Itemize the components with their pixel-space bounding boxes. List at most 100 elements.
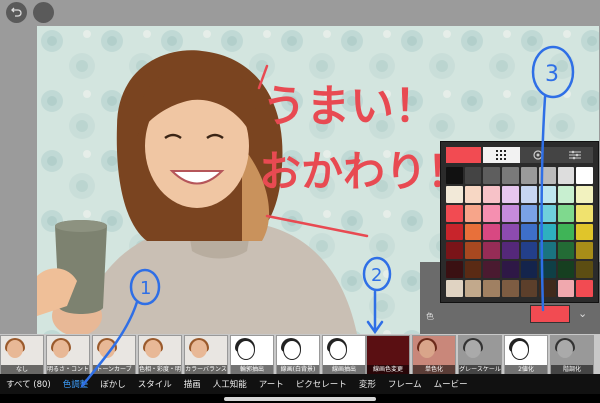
- color-swatch[interactable]: [446, 223, 463, 241]
- color-swatch-button[interactable]: [530, 305, 570, 323]
- swatch-grid: [446, 167, 593, 297]
- color-swatch[interactable]: [520, 185, 538, 203]
- filter-label: 単色化: [413, 365, 455, 374]
- category-tab[interactable]: ムービー: [428, 378, 474, 390]
- color-swatch[interactable]: [464, 185, 482, 203]
- color-swatch[interactable]: [557, 204, 575, 222]
- color-swatch[interactable]: [483, 242, 500, 260]
- filter-thumbnail[interactable]: 線画抽出: [322, 335, 366, 375]
- color-swatch[interactable]: [557, 261, 575, 279]
- undo-button[interactable]: [6, 2, 27, 23]
- color-swatch[interactable]: [501, 261, 519, 279]
- top-toolbar: [0, 0, 600, 26]
- color-swatch[interactable]: [483, 204, 500, 222]
- color-swatch[interactable]: [576, 261, 593, 279]
- category-tabs: すべて (80) 色調整 ぼかし スタイル 描画 人工知能 アート ピクセレート 変形 フレームム…: [0, 374, 600, 394]
- color-swatch[interactable]: [576, 280, 593, 297]
- color-swatch[interactable]: [576, 223, 593, 241]
- color-swatch[interactable]: [446, 185, 463, 203]
- color-swatch[interactable]: [539, 242, 556, 260]
- color-swatch[interactable]: [520, 223, 538, 241]
- color-swatch[interactable]: [446, 242, 463, 260]
- circle-button[interactable]: [33, 2, 54, 23]
- color-swatch[interactable]: [483, 167, 500, 184]
- color-swatch[interactable]: [557, 223, 575, 241]
- target-icon[interactable]: [520, 147, 557, 163]
- filter-thumbnail[interactable]: 階調化: [550, 335, 594, 375]
- color-swatch[interactable]: [520, 280, 538, 297]
- category-tab[interactable]: 描画: [178, 378, 207, 390]
- color-swatch[interactable]: [483, 223, 500, 241]
- color-swatch[interactable]: [501, 280, 519, 297]
- filter-thumbnail[interactable]: 単色化: [412, 335, 456, 375]
- filter-thumbnail[interactable]: カラーバランス: [184, 335, 228, 375]
- color-swatch[interactable]: [501, 223, 519, 241]
- color-swatch[interactable]: [557, 185, 575, 203]
- color-swatch[interactable]: [464, 261, 482, 279]
- color-swatch[interactable]: [576, 204, 593, 222]
- filter-label: 線画抽出: [323, 365, 365, 374]
- color-swatch[interactable]: [483, 185, 500, 203]
- color-swatch[interactable]: [464, 242, 482, 260]
- color-swatch[interactable]: [501, 185, 519, 203]
- filter-label: 明るさ・コントラスト: [47, 365, 89, 374]
- sliders-icon[interactable]: [556, 147, 593, 163]
- color-swatch[interactable]: [557, 167, 575, 184]
- color-swatch[interactable]: [576, 185, 593, 203]
- filter-thumbnail[interactable]: 2値化: [504, 335, 548, 375]
- color-swatch[interactable]: [539, 185, 556, 203]
- color-swatch[interactable]: [576, 167, 593, 184]
- color-swatch[interactable]: [557, 280, 575, 297]
- filter-thumbnail[interactable]: 線画(白背景): [276, 335, 320, 375]
- filter-thumbnail[interactable]: なし: [0, 335, 44, 375]
- category-tab[interactable]: アート: [253, 378, 290, 390]
- filter-thumbnail[interactable]: トーンカーブ: [92, 335, 136, 375]
- color-swatch[interactable]: [483, 280, 500, 297]
- filter-thumbnail[interactable]: 明るさ・コントラスト: [46, 335, 90, 375]
- filter-thumbnail[interactable]: 線画色変更: [366, 335, 410, 375]
- category-tab[interactable]: ぼかし: [94, 378, 132, 390]
- category-tab[interactable]: 色調整: [57, 378, 95, 390]
- color-swatch[interactable]: [520, 261, 538, 279]
- color-swatch[interactable]: [557, 242, 575, 260]
- color-swatch[interactable]: [464, 167, 482, 184]
- category-tab[interactable]: スタイル: [132, 378, 178, 390]
- color-swatch[interactable]: [501, 204, 519, 222]
- color-swatch[interactable]: [446, 167, 463, 184]
- grid-icon[interactable]: [483, 147, 520, 163]
- category-tab[interactable]: フレーム: [382, 378, 428, 390]
- color-swatch[interactable]: [483, 261, 500, 279]
- color-swatch[interactable]: [539, 204, 556, 222]
- color-swatch[interactable]: [464, 204, 482, 222]
- color-swatch[interactable]: [520, 242, 538, 260]
- color-swatch[interactable]: [446, 280, 463, 297]
- thumbnail-face: [329, 340, 347, 360]
- color-label: 色: [426, 312, 434, 321]
- category-tab[interactable]: すべて (80): [0, 378, 57, 390]
- palette-tabs: [483, 147, 593, 163]
- color-swatch[interactable]: [576, 242, 593, 260]
- color-swatch[interactable]: [539, 167, 556, 184]
- filter-thumbnail[interactable]: 輪郭抽出: [230, 335, 274, 375]
- filter-label: 線画色変更: [367, 365, 409, 374]
- color-swatch[interactable]: [539, 280, 556, 297]
- chevron-down-icon[interactable]: ⌄: [578, 307, 587, 320]
- category-tab[interactable]: 人工知能: [207, 378, 253, 390]
- filter-thumbnail[interactable]: 色相・彩度・明度: [138, 335, 182, 375]
- category-tab[interactable]: 変形: [353, 378, 382, 390]
- current-color-preview: [446, 147, 481, 163]
- color-swatch[interactable]: [539, 261, 556, 279]
- color-swatch[interactable]: [539, 223, 556, 241]
- filter-thumbnail[interactable]: グレースケール: [458, 335, 502, 375]
- color-swatch[interactable]: [520, 204, 538, 222]
- thumbnail-face: [557, 340, 573, 358]
- color-swatch[interactable]: [446, 204, 463, 222]
- color-palette-popup: [440, 141, 599, 303]
- color-swatch[interactable]: [446, 261, 463, 279]
- color-swatch[interactable]: [520, 167, 538, 184]
- color-swatch[interactable]: [464, 280, 482, 297]
- color-swatch[interactable]: [501, 242, 519, 260]
- color-swatch[interactable]: [464, 223, 482, 241]
- color-swatch[interactable]: [501, 167, 519, 184]
- category-tab[interactable]: ピクセレート: [290, 378, 353, 390]
